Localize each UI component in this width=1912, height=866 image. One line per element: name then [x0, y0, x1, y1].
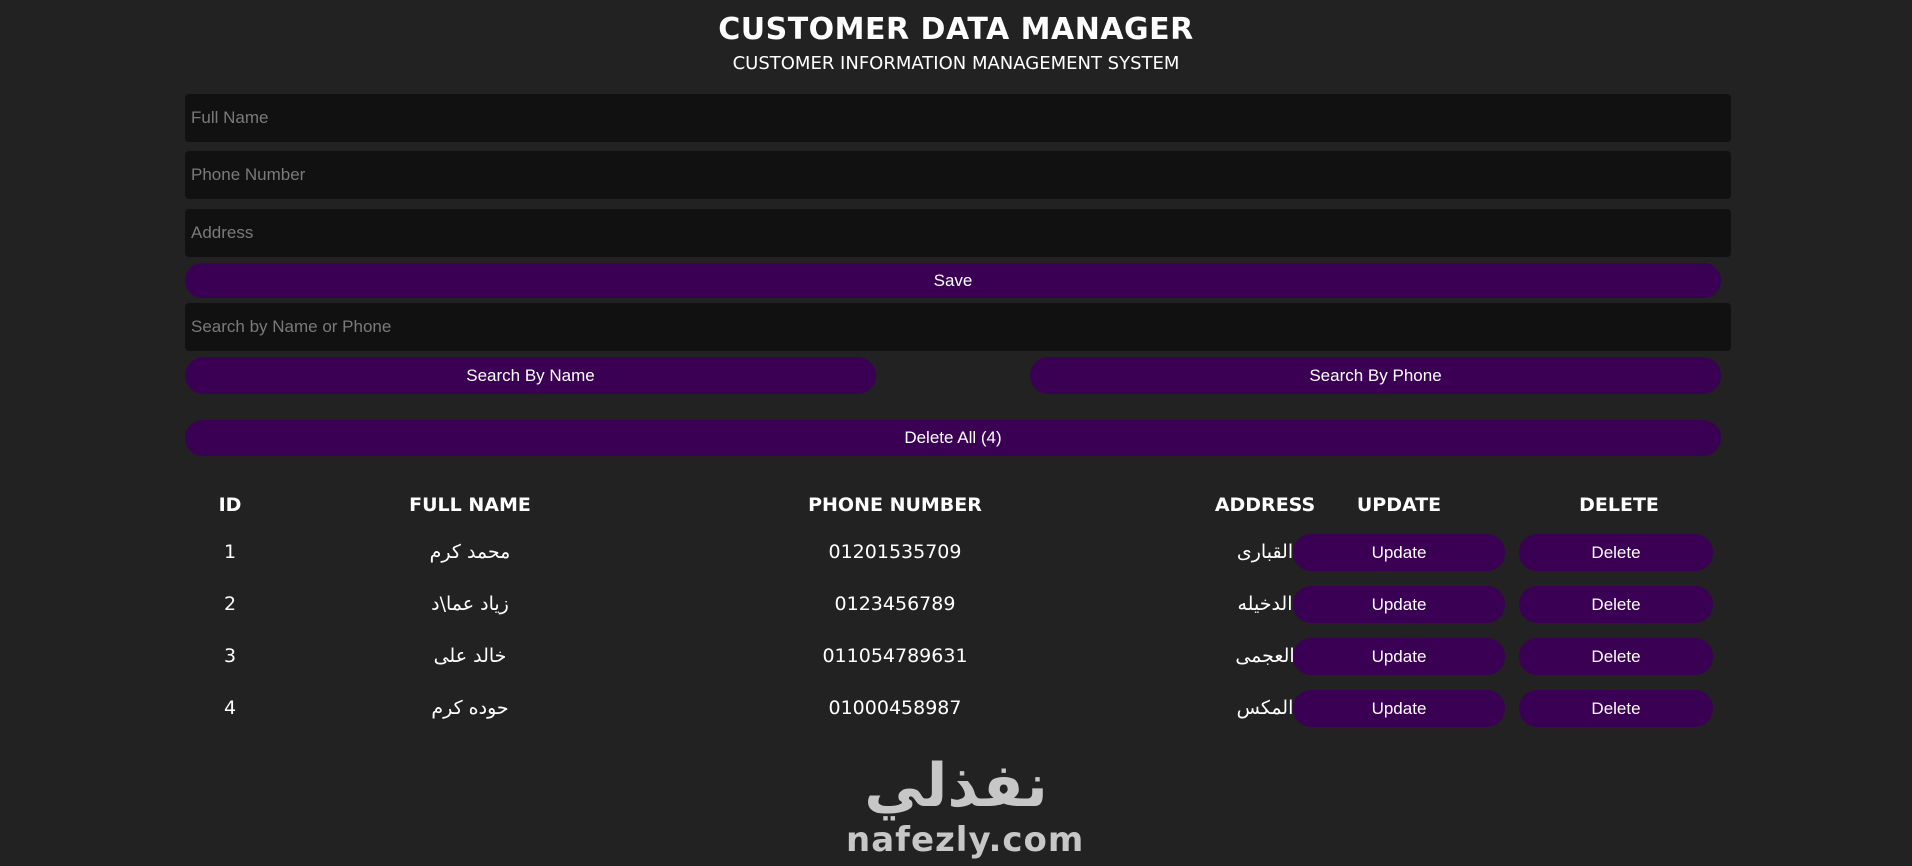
header-phone-number: PHONE NUMBER — [808, 494, 982, 516]
page-title: CUSTOMER DATA MANAGER — [718, 12, 1194, 47]
search-by-phone-button[interactable]: Search By Phone — [1030, 357, 1721, 394]
full-name-input[interactable] — [185, 94, 1731, 142]
delete-button[interactable]: Delete — [1519, 534, 1713, 571]
watermark-arabic-text: نفذلي — [864, 751, 1048, 821]
update-button[interactable]: Update — [1293, 586, 1505, 623]
table-row: 4 حوده كرم 01000458987 المكس Update Dele… — [185, 688, 1731, 728]
delete-button[interactable]: Delete — [1519, 586, 1713, 623]
cell-full-name: خالد على — [433, 645, 507, 667]
phone-number-input[interactable] — [185, 151, 1731, 199]
address-input[interactable] — [185, 209, 1731, 257]
delete-all-button[interactable]: Delete All (4) — [185, 420, 1721, 456]
cell-full-name: محمد كرم — [429, 541, 511, 563]
cell-full-name: حوده كرم — [431, 697, 509, 719]
header-id: ID — [218, 494, 242, 516]
cell-phone-number: 01000458987 — [828, 697, 962, 719]
delete-button[interactable]: Delete — [1519, 638, 1713, 675]
cell-id: 4 — [223, 697, 237, 719]
delete-button[interactable]: Delete — [1519, 690, 1713, 727]
nafezly-watermark-logo: نفذلي nafezly.com — [846, 751, 1085, 866]
header-delete: DELETE — [1579, 494, 1659, 516]
watermark-latin-text: nafezly.com — [846, 820, 1085, 860]
customer-data-manager-page: CUSTOMER DATA MANAGER CUSTOMER INFORMATI… — [0, 0, 1912, 866]
header-full-name: FULL NAME — [409, 494, 531, 516]
cell-phone-number: 011054789631 — [822, 645, 968, 667]
save-button[interactable]: Save — [185, 263, 1721, 298]
cell-id: 1 — [223, 541, 237, 563]
table-row: 2 زياد عما\د 0123456789 الدخيله Update D… — [185, 584, 1731, 624]
cell-phone-number: 0123456789 — [834, 593, 956, 615]
update-button[interactable]: Update — [1293, 690, 1505, 727]
update-button[interactable]: Update — [1293, 638, 1505, 675]
search-by-name-button[interactable]: Search By Name — [185, 357, 876, 394]
table-row: 3 خالد على 011054789631 العجمى Update De… — [185, 636, 1731, 676]
cell-id: 3 — [223, 645, 237, 667]
cell-id: 2 — [223, 593, 237, 615]
table-row: 1 محمد كرم 01201535709 القبارى Update De… — [185, 532, 1731, 572]
search-input[interactable] — [185, 303, 1731, 351]
update-button[interactable]: Update — [1293, 534, 1505, 571]
header-update: UPDATE — [1356, 494, 1442, 516]
cell-full-name: زياد عما\د — [431, 593, 509, 615]
page-subtitle: CUSTOMER INFORMATION MANAGEMENT SYSTEM — [732, 53, 1180, 74]
cell-phone-number: 01201535709 — [828, 541, 962, 563]
